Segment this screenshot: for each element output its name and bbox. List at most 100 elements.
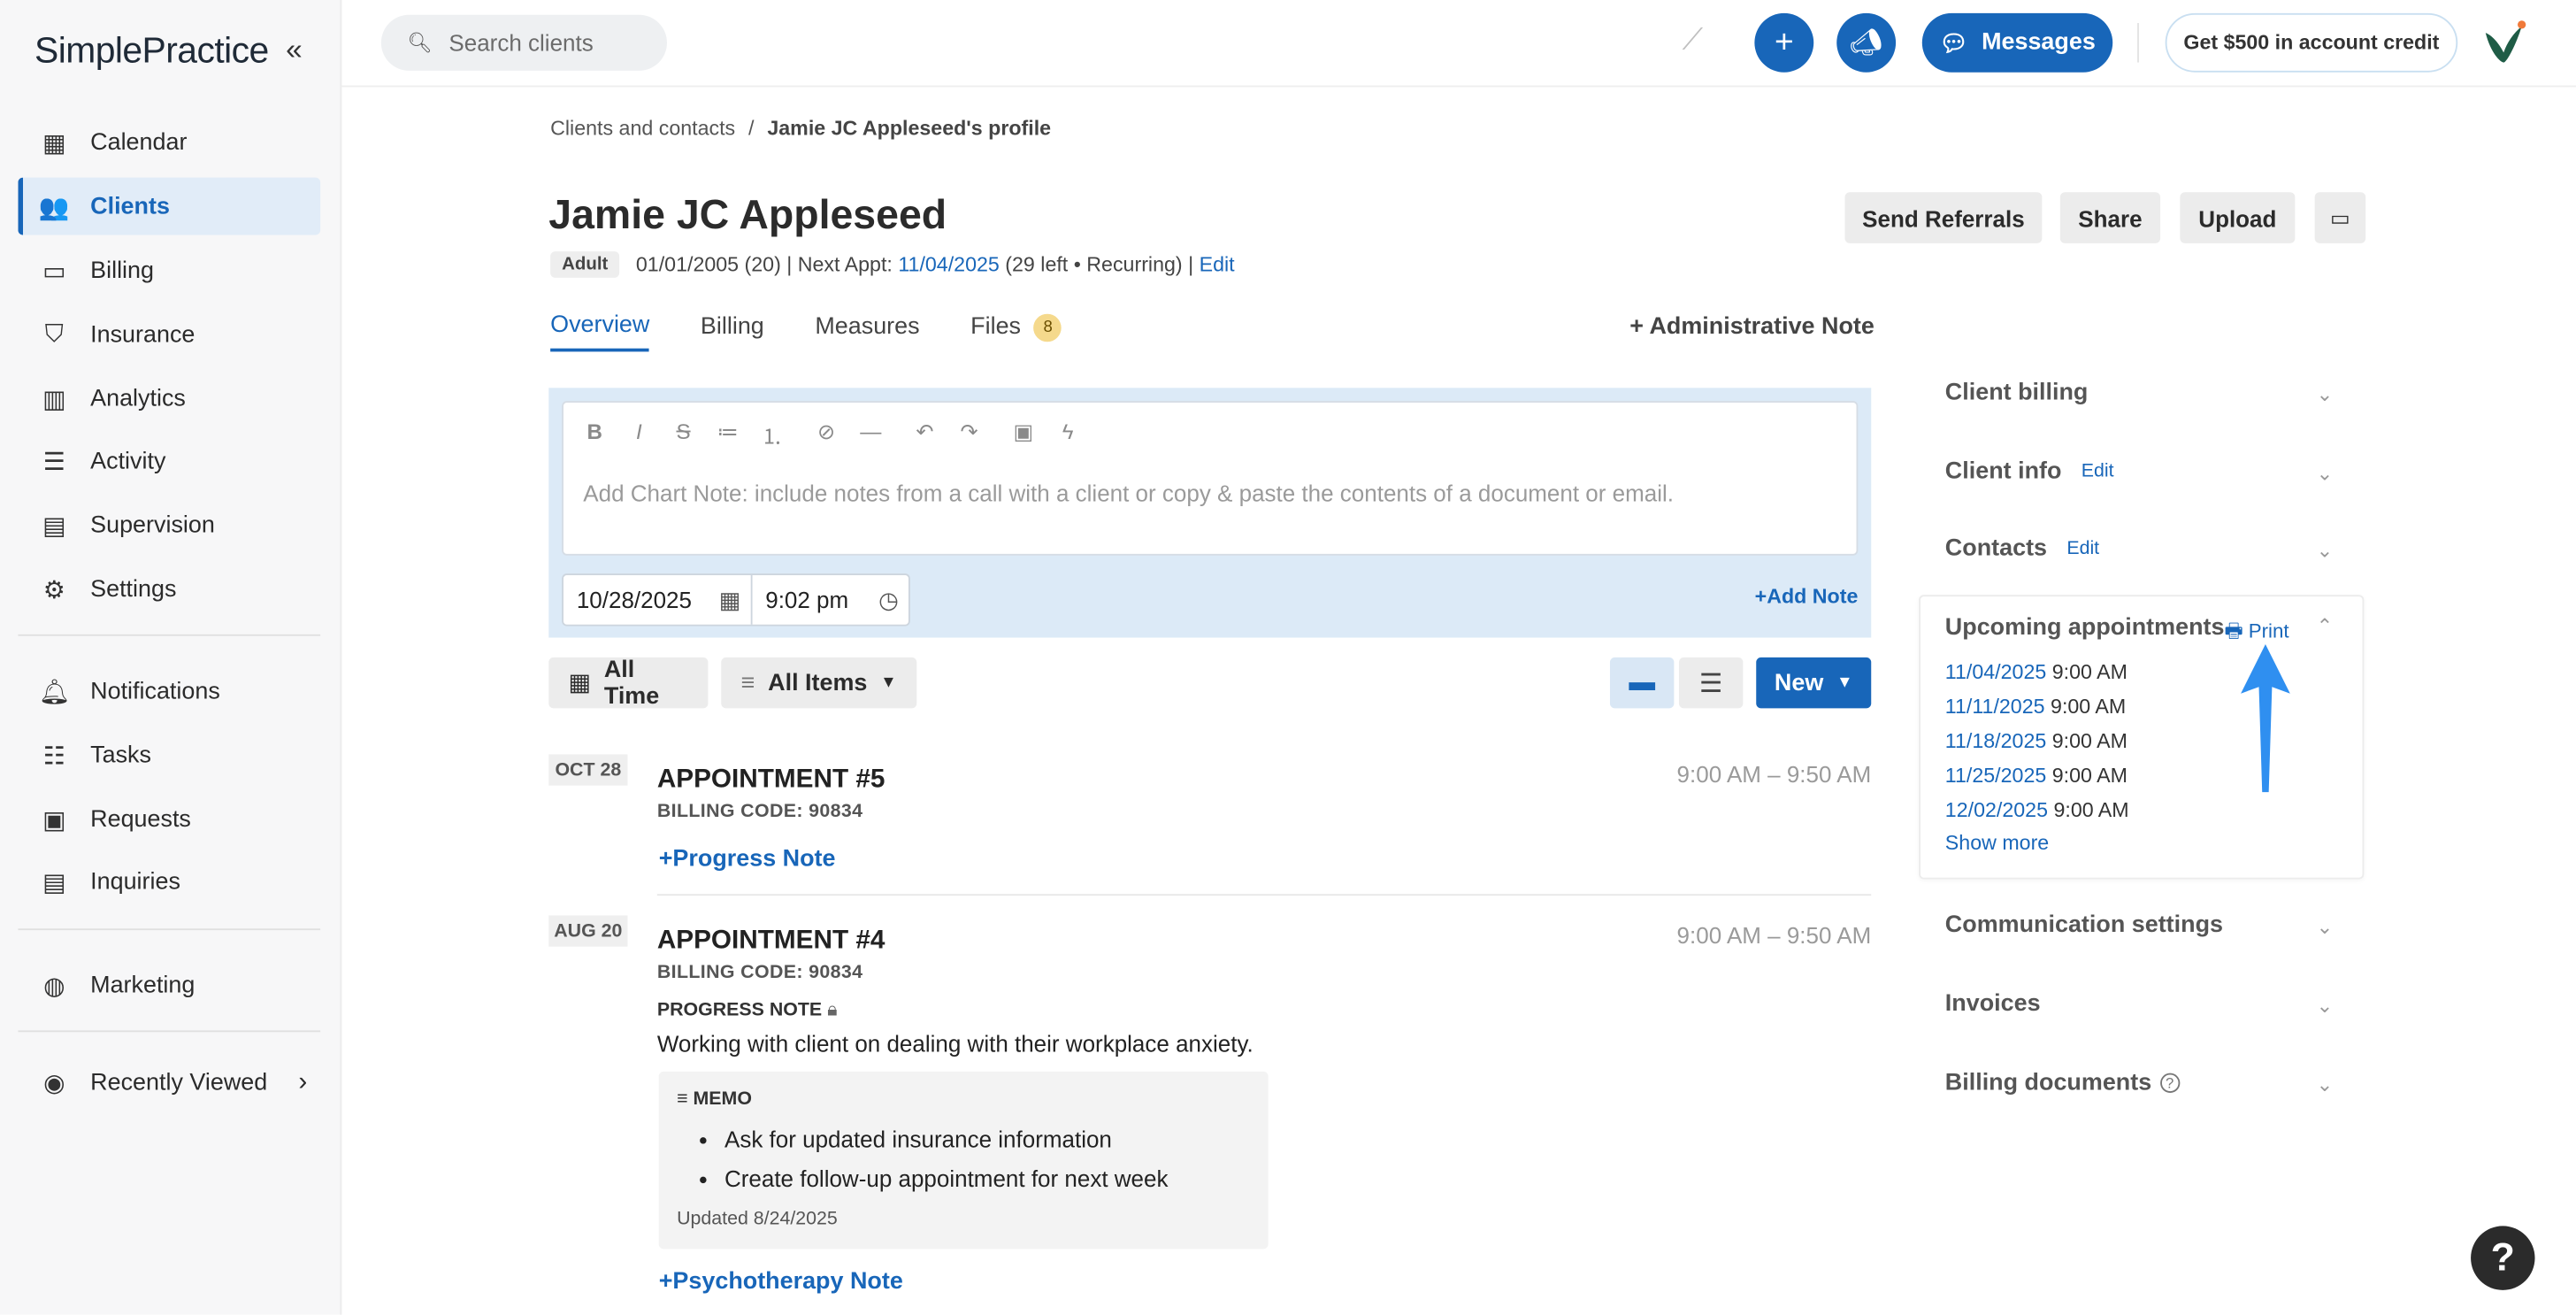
sidebar-item-marketing[interactable]: ◍ Marketing <box>18 957 320 1014</box>
undo-icon[interactable]: ↶ <box>914 419 937 450</box>
messages-button[interactable]: 💬︎ Messages <box>1921 12 2113 73</box>
client-info-section[interactable]: Client info Edit <box>1945 458 2114 485</box>
next-appt-link[interactable]: 11/04/2025 <box>898 253 999 276</box>
client-meta: Adult 01/01/2005 (20) | Next Appt: 11/04… <box>550 251 1235 278</box>
send-referrals-button[interactable]: Send Referrals <box>1844 192 2043 243</box>
show-more-link[interactable]: Show more <box>1945 832 2049 855</box>
chevron-down-icon[interactable]: ⌄ <box>2317 995 2334 1018</box>
invoices-section[interactable]: Invoices <box>1945 991 2041 1018</box>
sidebar-item-insurance[interactable]: ⛉ Insurance <box>18 305 320 363</box>
sidebar-item-notifications[interactable]: 🔔︎ Notifications <box>18 662 320 719</box>
help-icon[interactable]: ? <box>2159 1073 2180 1093</box>
annotation-arrow <box>2241 643 2290 793</box>
bullet-list-icon[interactable]: ≔ <box>717 419 740 450</box>
tab-billing[interactable]: Billing <box>701 312 764 352</box>
caret-down-icon: ▼ <box>880 673 897 692</box>
contacts-edit-link[interactable]: Edit <box>2066 539 2099 558</box>
chevron-down-icon[interactable]: ⌄ <box>2317 915 2334 938</box>
strikethrough-icon[interactable]: S <box>672 419 695 450</box>
sidebar-item-supervision[interactable]: ▤ Supervision <box>18 496 320 554</box>
sidebar-item-tasks[interactable]: ☷ Tasks <box>18 727 320 784</box>
billing-code: BILLING CODE: 90834 <box>656 963 863 983</box>
search-input[interactable]: 🔍︎ Search clients <box>380 14 667 71</box>
memo-item: Create follow-up appointment for next we… <box>724 1165 1169 1192</box>
italic-icon[interactable]: I <box>627 419 650 450</box>
tab-files[interactable]: Files 8 <box>970 312 1062 352</box>
contacts-section[interactable]: Contacts Edit <box>1945 535 2099 562</box>
gear-icon: ⚙ <box>42 575 65 604</box>
help-button[interactable]: ? <box>2471 1226 2535 1290</box>
sidebar-item-activity[interactable]: ☰ Activity <box>18 432 320 489</box>
supervision-icon: ▤ <box>42 511 66 541</box>
sidebar-item-analytics[interactable]: ▥ Analytics <box>18 370 320 427</box>
practice-logo-icon[interactable] <box>2478 17 2530 69</box>
sidebar-divider <box>18 1030 321 1033</box>
chevron-down-icon[interactable]: ⌄ <box>2317 383 2334 406</box>
double-chevron-left-icon[interactable]: « <box>286 33 303 67</box>
add-psychotherapy-note-link[interactable]: +Psychotherapy Note <box>659 1269 903 1296</box>
note-time-input[interactable]: 9:02 pm ◷ <box>752 575 908 625</box>
eye-icon: ◉ <box>43 1069 65 1097</box>
sidebar-divider <box>18 634 321 636</box>
trend-icon[interactable]: ⟋ <box>1683 23 1703 58</box>
sidebar-item-settings[interactable]: ⚙ Settings <box>18 560 320 618</box>
add-note-button[interactable]: +Add Note <box>1755 585 1859 608</box>
all-time-filter[interactable]: ▦ All Time <box>548 657 709 709</box>
card-view-button[interactable]: ▬ <box>1609 657 1675 709</box>
note-date-input[interactable]: 10/28/2025 ▦ <box>564 574 753 625</box>
bell-icon: 🔔︎ <box>38 678 70 706</box>
chevron-down-icon[interactable]: ⌄ <box>2317 462 2334 485</box>
numbered-list-icon[interactable]: ⒈ <box>761 419 784 450</box>
progress-note-label[interactable]: PROGRESS NOTE 🔒︎ <box>657 1001 838 1022</box>
upcoming-appointments-section[interactable]: Upcoming appointments <box>1945 615 2225 642</box>
chart-note-editor[interactable]: B I S ≔ ⒈ ⊘ — ↶ ↷ ▣ ϟ Add Chart Note: in… <box>562 401 1859 556</box>
upload-button[interactable]: Upload <box>2180 192 2296 243</box>
communication-settings-section[interactable]: Communication settings <box>1945 912 2223 939</box>
calendar-icon: ▦ <box>718 586 741 612</box>
sidebar-item-recently-viewed[interactable]: ◉ Recently Viewed › <box>18 1053 320 1111</box>
link-icon[interactable]: ⊘ <box>815 419 838 450</box>
tab-overview[interactable]: Overview <box>550 312 650 352</box>
tab-measures[interactable]: Measures <box>815 312 919 352</box>
client-info-edit-link[interactable]: Edit <box>2082 462 2114 481</box>
all-items-filter[interactable]: ≡ All Items ▼ <box>721 657 917 709</box>
memo-list: Ask for updated insurance information Cr… <box>724 1126 1169 1204</box>
share-button[interactable]: Share <box>2059 192 2161 243</box>
redo-icon[interactable]: ↷ <box>958 419 981 450</box>
chevron-up-icon[interactable]: ⌃ <box>2317 615 2334 638</box>
edit-client-link[interactable]: Edit <box>1200 253 1235 276</box>
filter-icon: ≡ <box>740 669 755 696</box>
sidebar: SimplePractice « ▦ Calendar 👥 Clients ▭ Bil… <box>0 0 342 1315</box>
sidebar-item-clients[interactable]: 👥 Clients <box>18 177 321 235</box>
chevron-down-icon[interactable]: ⌄ <box>2317 1073 2334 1096</box>
new-button[interactable]: New ▼ <box>1756 657 1872 709</box>
card-view-icon: ▬ <box>1629 667 1656 696</box>
add-button[interactable]: + <box>1754 12 1814 73</box>
appointment-title[interactable]: APPOINTMENT #4 <box>657 927 886 956</box>
sidebar-item-inquiries[interactable]: ▤ Inquiries <box>18 853 320 911</box>
plus-icon: + <box>658 846 673 873</box>
chevron-down-icon[interactable]: ⌄ <box>2317 539 2334 562</box>
billing-documents-section[interactable]: Billing documents? <box>1945 1070 2180 1096</box>
date-tag: AUG 20 <box>548 915 628 947</box>
administrative-note-button[interactable]: + Administrative Note <box>1629 314 1874 341</box>
caret-down-icon: ▼ <box>1836 673 1853 692</box>
list-view-button[interactable]: ☰ <box>1678 657 1744 709</box>
upcoming-appointment: 11/04/2025 9:00 AM <box>1944 660 2128 684</box>
announcements-button[interactable]: 📣︎ <box>1836 12 1897 73</box>
template-icon[interactable]: ▣ <box>1012 419 1035 450</box>
client-billing-section[interactable]: Client billing <box>1945 380 2089 406</box>
sidebar-item-requests[interactable]: ▣ Requests <box>18 790 320 848</box>
comment-button[interactable]: ▭ <box>2314 192 2366 243</box>
sidebar-item-calendar[interactable]: ▦ Calendar <box>18 113 320 171</box>
add-progress-note-link[interactable]: +Progress Note <box>659 846 836 873</box>
lightning-icon[interactable]: ϟ <box>1056 419 1079 450</box>
clock-icon: ◷ <box>878 586 899 612</box>
horizontal-rule-icon[interactable]: — <box>859 419 882 450</box>
breadcrumb-parent[interactable]: Clients and contacts <box>550 117 735 140</box>
bold-icon[interactable]: B <box>583 419 606 450</box>
account-credit-button[interactable]: Get $500 in account credit <box>2165 12 2458 73</box>
app-logo[interactable]: SimplePractice <box>34 29 269 72</box>
appointment-title[interactable]: APPOINTMENT #5 <box>657 765 886 795</box>
sidebar-item-billing[interactable]: ▭ Billing <box>18 242 320 299</box>
